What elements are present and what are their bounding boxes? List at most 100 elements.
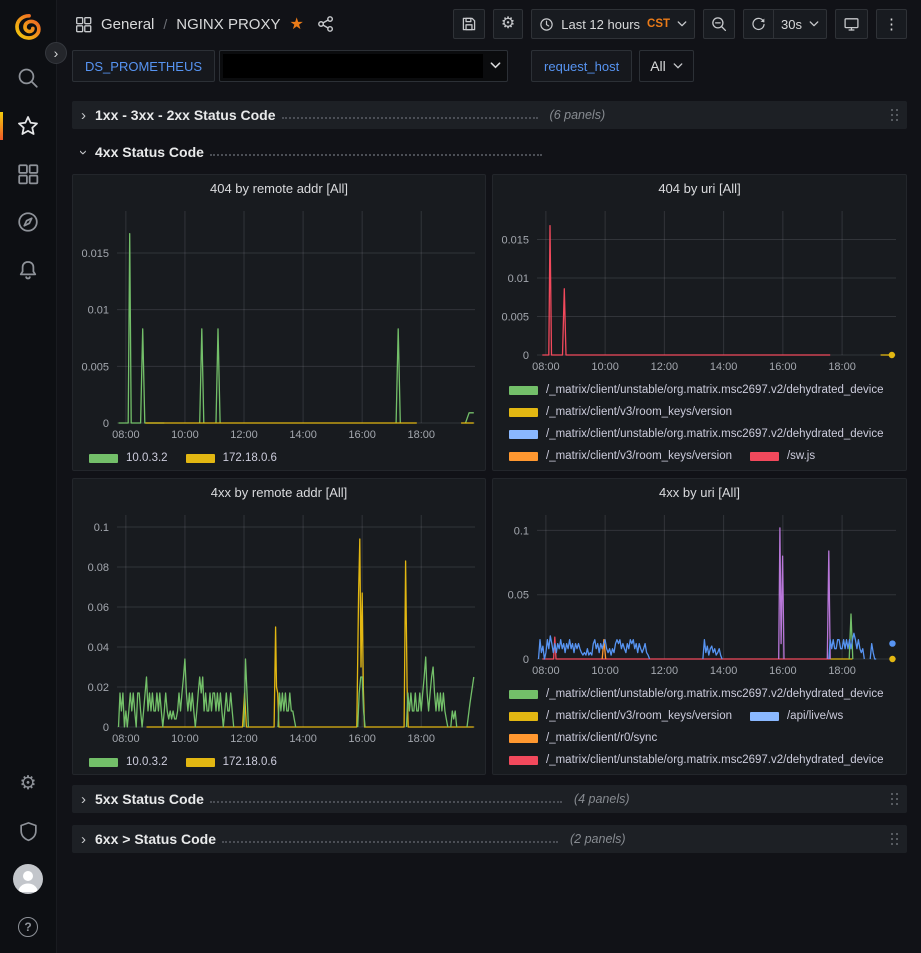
compass-icon — [17, 211, 39, 233]
request-host-variable-select[interactable]: All — [639, 50, 694, 82]
series-line — [703, 640, 722, 659]
legend-item[interactable]: 172.18.0.6 — [186, 756, 277, 768]
panel-4xx-by-uri: 4xx by uri [All] 00.050.108:0010:0012:00… — [492, 478, 907, 775]
sidebar-item-configuration[interactable]: ⚙ — [0, 759, 57, 807]
legend-series-label: /_matrix/client/unstable/org.matrix.msc2… — [546, 754, 884, 766]
legend-item[interactable]: 10.0.3.2 — [89, 756, 168, 768]
breadcrumb-section[interactable]: General — [101, 16, 154, 33]
legend-item[interactable]: /_matrix/client/unstable/org.matrix.msc2… — [509, 688, 884, 700]
drag-handle-icon[interactable] — [891, 793, 898, 805]
legend-series-label: /_matrix/client/unstable/org.matrix.msc2… — [546, 384, 884, 396]
legend-series-label: /api/live/ws — [787, 710, 843, 722]
legend-series-color — [89, 758, 118, 767]
x-axis-label: 16:00 — [769, 665, 797, 677]
sidebar-item-dashboards[interactable] — [0, 150, 57, 198]
sidebar-item-profile[interactable] — [0, 855, 57, 903]
row-header-6xx[interactable]: › 6xx > Status Code (2 panels) — [72, 825, 907, 853]
legend-series-label: 10.0.3.2 — [126, 756, 168, 768]
request-host-variable-label[interactable]: request_host — [531, 50, 632, 82]
sidebar-item-explore[interactable] — [0, 198, 57, 246]
legend-row: /_matrix/client/unstable/org.matrix.msc2… — [509, 423, 900, 445]
datasource-variable-input[interactable] — [219, 50, 508, 82]
chevron-down-icon — [490, 61, 501, 70]
avatar — [13, 864, 43, 894]
legend-item[interactable]: /_matrix/client/unstable/org.matrix.msc2… — [509, 384, 884, 396]
timeseries-chart[interactable]: 00.0050.010.01508:0010:0012:0014:0016:00… — [493, 203, 906, 375]
panel-title[interactable]: 4xx by remote addr [All] — [73, 479, 485, 507]
panel-title[interactable]: 404 by remote addr [All] — [73, 175, 485, 203]
drag-handle-icon[interactable] — [891, 109, 898, 121]
legend-item[interactable]: /_matrix/client/v3/room_keys/version — [509, 450, 732, 462]
legend-item[interactable]: /_matrix/client/unstable/org.matrix.msc2… — [509, 428, 884, 440]
legend-row: /_matrix/client/unstable/org.matrix.msc2… — [509, 749, 900, 771]
panel-title[interactable]: 4xx by uri [All] — [493, 479, 906, 507]
refresh-interval-select[interactable]: 30s — [774, 9, 827, 39]
dashboard-settings-button[interactable]: ⚙ — [493, 9, 523, 39]
x-axis-label: 08:00 — [112, 429, 140, 441]
sidebar-item-help[interactable]: ? — [0, 903, 57, 951]
series-line — [451, 711, 457, 727]
favorite-star-icon[interactable]: ★ — [289, 14, 303, 34]
legend-item[interactable]: /api/live/ws — [750, 710, 843, 722]
legend-item[interactable]: /sw.js — [750, 450, 815, 462]
x-axis-label: 10:00 — [591, 665, 619, 677]
shield-icon — [18, 821, 39, 842]
sidebar-item-search[interactable] — [0, 54, 57, 102]
dashboard-title[interactable]: NGINX PROXY — [176, 16, 280, 33]
series-line — [829, 633, 865, 659]
legend-series-color — [509, 690, 538, 699]
row-title: 1xx - 3xx - 2xx Status Code — [95, 107, 276, 123]
save-dashboard-button[interactable] — [453, 9, 485, 39]
drag-handle-icon[interactable] — [891, 833, 898, 845]
y-axis-label: 0 — [103, 418, 109, 430]
series-end-dot — [889, 656, 895, 662]
legend-series-label: /_matrix/client/v3/room_keys/version — [546, 406, 732, 418]
legend-item[interactable]: 10.0.3.2 — [89, 452, 168, 464]
clock-icon — [539, 17, 554, 32]
row-header-4xx[interactable]: › 4xx Status Code — [72, 141, 907, 163]
main-area: General / NGINX PROXY ★ ⚙ — [57, 0, 921, 953]
panel-title[interactable]: 404 by uri [All] — [493, 175, 906, 203]
row-header-5xx[interactable]: › 5xx Status Code (4 panels) — [72, 785, 907, 813]
x-axis-label: 10:00 — [171, 733, 199, 745]
sidebar-item-alerting[interactable] — [0, 246, 57, 294]
timezone-label: CST — [647, 18, 670, 30]
row-panel-count: (2 panels) — [570, 832, 626, 846]
legend-row: /_matrix/client/v3/room_keys/version — [509, 401, 900, 423]
kebab-menu-button[interactable]: ⋮ — [876, 9, 907, 39]
x-axis-label: 14:00 — [710, 665, 738, 677]
dotted-leader — [222, 831, 558, 843]
timeseries-chart[interactable]: 00.0050.010.01508:0010:0012:0014:0016:00… — [73, 203, 485, 443]
y-axis-label: 0.005 — [501, 311, 529, 323]
x-axis-label: 10:00 — [171, 429, 199, 441]
datasource-variable-label[interactable]: DS_PROMETHEUS — [72, 50, 215, 82]
timeseries-chart[interactable]: 00.050.108:0010:0012:0014:0016:0018:00 — [493, 507, 906, 679]
legend-item[interactable]: /_matrix/client/r0/sync — [509, 732, 657, 744]
x-axis-label: 14:00 — [710, 361, 738, 373]
legend-item[interactable]: /_matrix/client/unstable/org.matrix.msc2… — [509, 754, 884, 766]
cycle-view-mode-button[interactable] — [835, 9, 868, 39]
legend-series-color — [509, 756, 538, 765]
sidebar-item-server-admin[interactable] — [0, 807, 57, 855]
time-range-picker[interactable]: Last 12 hours CST — [531, 9, 695, 39]
legend-item[interactable]: 172.18.0.6 — [186, 452, 277, 464]
legend-item[interactable]: /_matrix/client/v3/room_keys/version — [509, 406, 732, 418]
x-axis-label: 14:00 — [289, 733, 317, 745]
x-axis-label: 12:00 — [230, 429, 258, 441]
sidebar-item-starred[interactable] — [0, 102, 57, 150]
chevron-down-icon: › — [76, 150, 91, 155]
legend-item[interactable]: /_matrix/client/v3/room_keys/version — [509, 710, 732, 722]
refresh-button[interactable] — [743, 9, 774, 39]
row-header-1xx-3xx-2xx[interactable]: › 1xx - 3xx - 2xx Status Code (6 panels) — [72, 101, 907, 129]
zoom-out-button[interactable] — [703, 9, 735, 39]
series-line — [542, 637, 830, 659]
x-axis-label: 16:00 — [348, 733, 376, 745]
legend-row: /_matrix/client/v3/room_keys/version/sw.… — [509, 445, 900, 467]
legend-series-color — [186, 758, 215, 767]
share-icon[interactable] — [317, 15, 335, 33]
y-axis-label: 0 — [103, 722, 109, 734]
legend-series-label: /_matrix/client/v3/room_keys/version — [546, 450, 732, 462]
x-axis-label: 14:00 — [289, 429, 317, 441]
x-axis-label: 16:00 — [769, 361, 797, 373]
timeseries-chart[interactable]: 00.020.040.060.080.108:0010:0012:0014:00… — [73, 507, 485, 747]
